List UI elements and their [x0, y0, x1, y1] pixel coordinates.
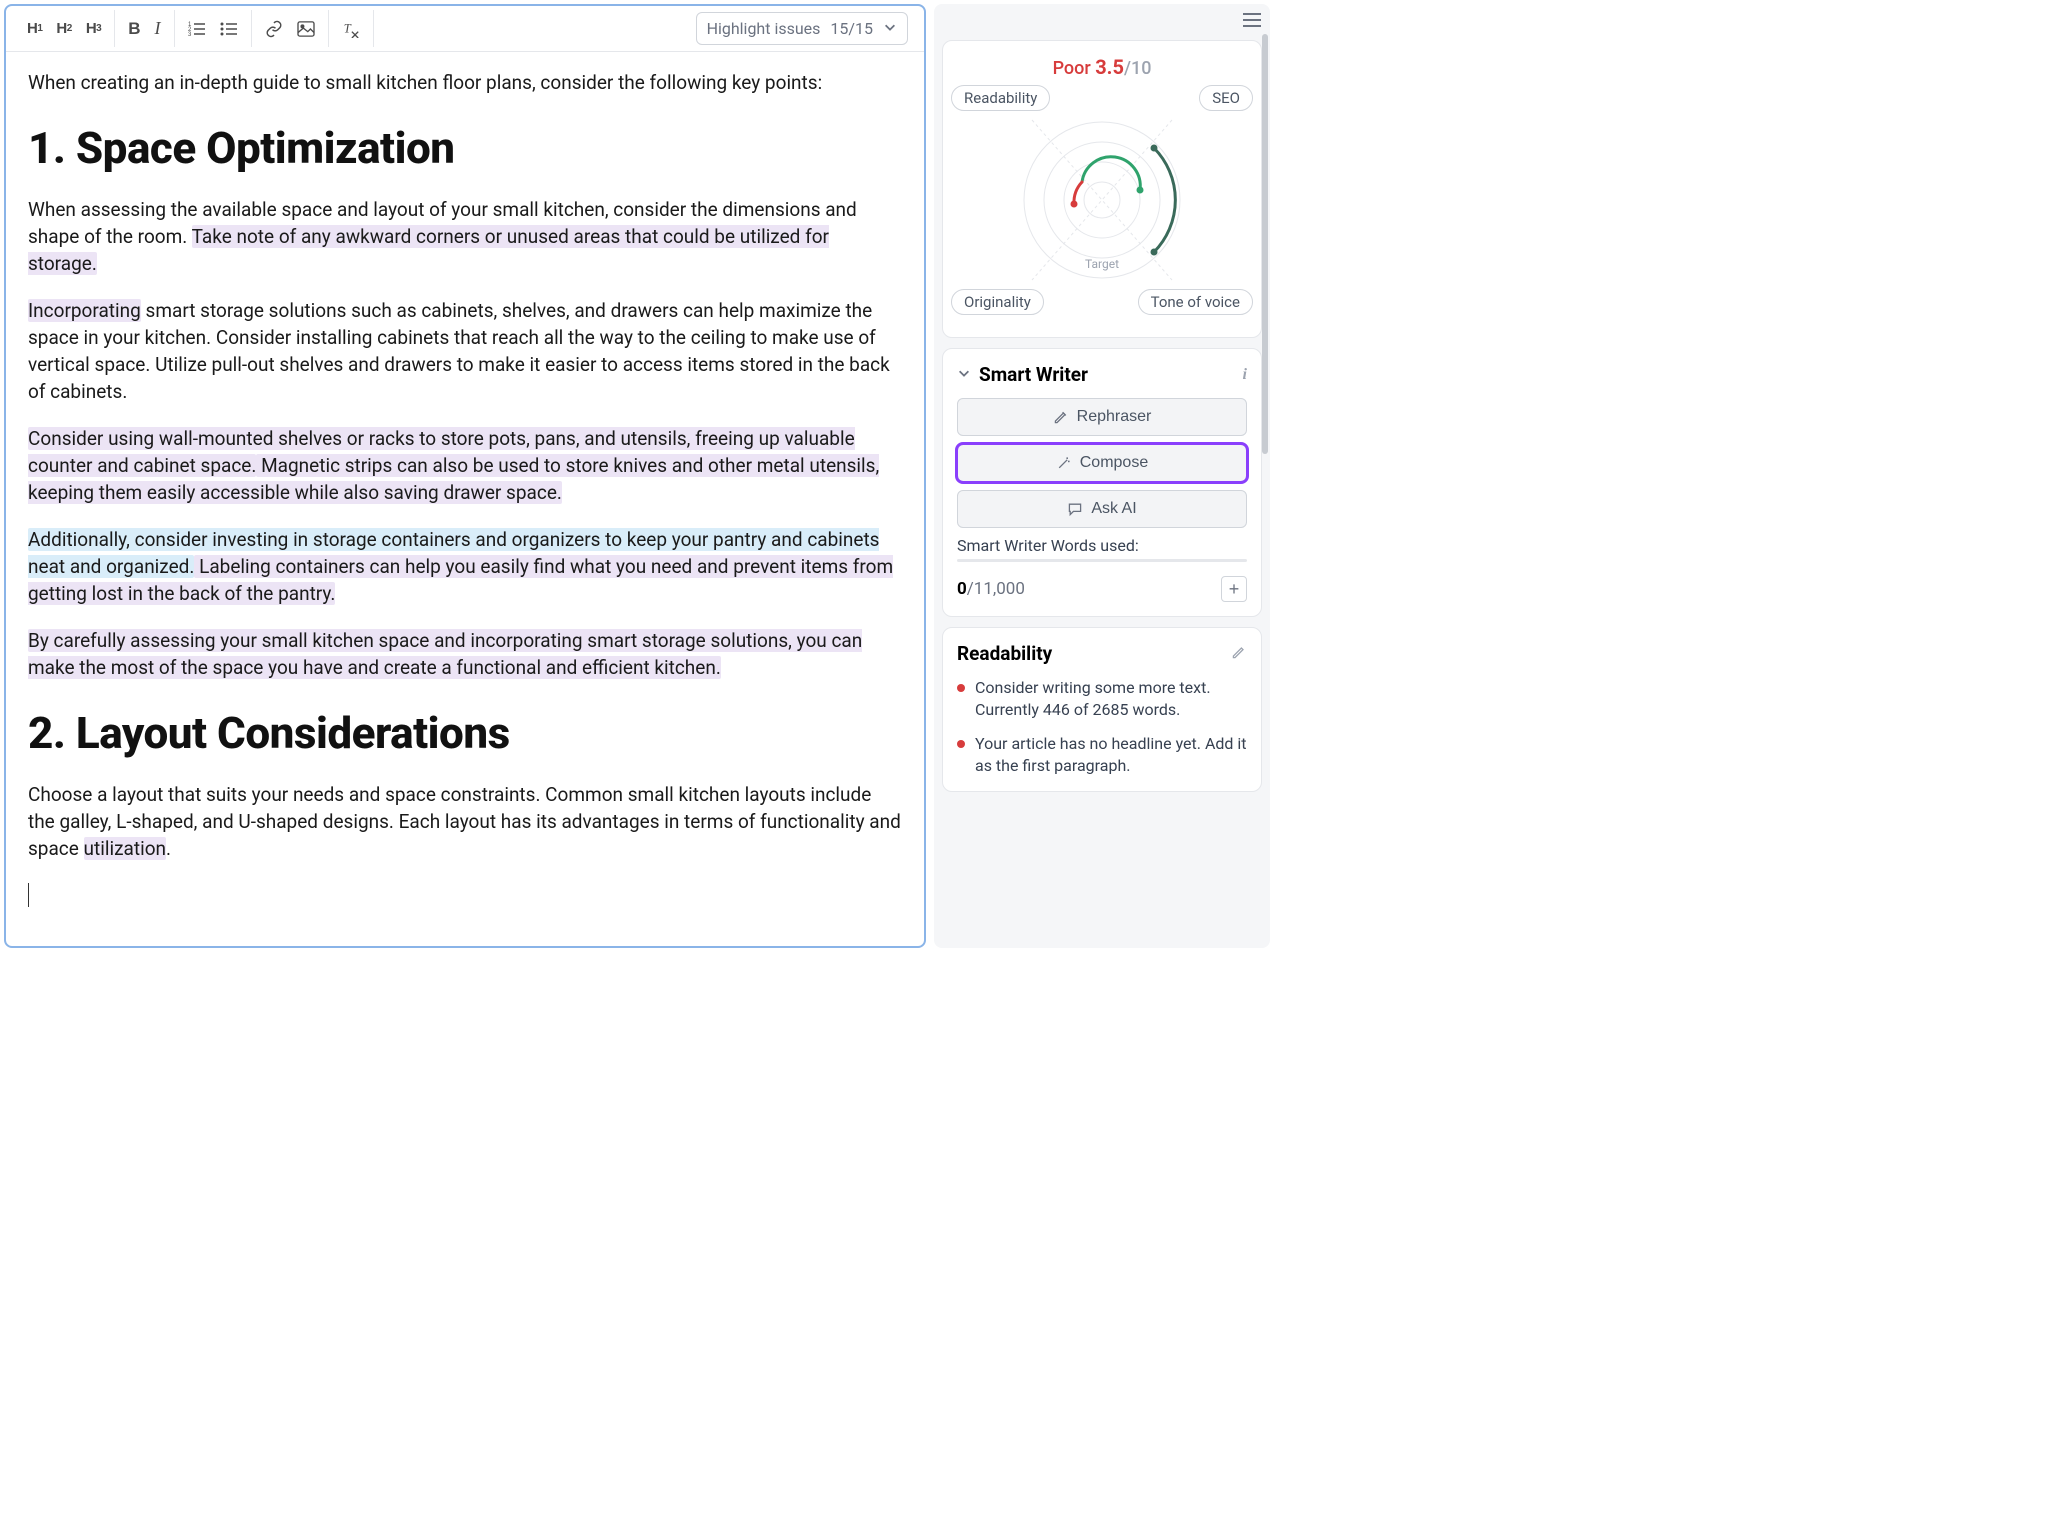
- issue-item: Consider writing some more text. Current…: [957, 677, 1247, 721]
- words-count: 0/11,000: [957, 579, 1025, 599]
- edit-icon[interactable]: [1231, 644, 1247, 664]
- editor-column: H1 H2 H3 B I 123 T: [4, 4, 926, 948]
- wand-icon: [1056, 455, 1072, 471]
- ask-ai-button[interactable]: Ask AI: [957, 490, 1247, 528]
- issue-dot-icon: [957, 684, 965, 692]
- smart-writer-panel: Smart Writer i Rephraser Compose Ask AI …: [942, 348, 1262, 617]
- highlighted-text: utilization: [84, 837, 166, 860]
- italic-button[interactable]: I: [148, 12, 168, 45]
- heading-space-optimization: 1. Space Optimization: [28, 117, 902, 179]
- rephraser-button[interactable]: Rephraser: [957, 398, 1247, 436]
- edit-icon: [1053, 409, 1069, 425]
- issue-item: Your article has no headline yet. Add it…: [957, 733, 1247, 777]
- bold-button[interactable]: B: [121, 13, 147, 45]
- text-cursor: [28, 883, 29, 907]
- readability-panel: Readability Consider writing some more t…: [942, 627, 1262, 792]
- clear-group: T: [329, 10, 374, 47]
- score-value: 3.5: [1095, 55, 1124, 79]
- add-words-button[interactable]: +: [1221, 576, 1247, 602]
- insert-group: [252, 10, 329, 47]
- chat-icon: [1067, 501, 1083, 517]
- editor-toolbar: H1 H2 H3 B I 123 T: [6, 6, 924, 52]
- highlight-label: Highlight issues: [707, 19, 821, 38]
- unordered-list-button[interactable]: [213, 15, 245, 43]
- paragraph: By carefully assessing your small kitche…: [28, 628, 902, 682]
- list-group: 123: [175, 10, 252, 47]
- highlight-issues-dropdown[interactable]: Highlight issues 15/15: [696, 12, 908, 45]
- heading-group: H1 H2 H3: [14, 10, 115, 47]
- editor-body[interactable]: When creating an in-depth guide to small…: [6, 52, 924, 946]
- h3-button[interactable]: H3: [79, 14, 108, 43]
- issue-list: Consider writing some more text. Current…: [957, 677, 1247, 777]
- score-card: Poor 3.5/10 Readability SEO Originality …: [942, 40, 1262, 338]
- highlighted-text: By carefully assessing your small kitche…: [28, 629, 862, 679]
- score-max: /10: [1124, 58, 1151, 79]
- sidebar: Poor 3.5/10 Readability SEO Originality …: [934, 4, 1270, 948]
- heading-layout-considerations: 2. Layout Considerations: [28, 702, 902, 764]
- paragraph: Choose a layout that suits your needs an…: [28, 782, 902, 863]
- metric-tone[interactable]: Tone of voice: [1138, 289, 1253, 315]
- words-progress-bar: [957, 559, 1247, 562]
- radar-chart: Readability SEO Originality Tone of voic…: [955, 85, 1249, 315]
- words-used-label: Smart Writer Words used:: [957, 536, 1247, 555]
- score-rating: Poor: [1053, 58, 1091, 79]
- paragraph: Incorporating smart storage solutions su…: [28, 298, 902, 406]
- issue-dot-icon: [957, 740, 965, 748]
- readability-title: Readability: [957, 642, 1052, 665]
- intro-paragraph: When creating an in-depth guide to small…: [28, 70, 902, 97]
- metric-readability[interactable]: Readability: [951, 85, 1050, 111]
- svg-text:3: 3: [188, 32, 192, 37]
- chevron-down-icon[interactable]: [957, 365, 971, 384]
- menu-icon[interactable]: [1242, 12, 1262, 32]
- score-line: Poor 3.5/10: [955, 55, 1249, 79]
- h1-button[interactable]: H1: [20, 14, 49, 43]
- issue-count: 15/15: [830, 19, 873, 38]
- link-button[interactable]: [258, 14, 290, 44]
- chevron-down-icon: [883, 19, 897, 38]
- image-button[interactable]: [290, 15, 322, 43]
- highlighted-text: Incorporating: [28, 299, 141, 322]
- paragraph: Additionally, consider investing in stor…: [28, 527, 902, 608]
- metric-originality[interactable]: Originality: [951, 289, 1044, 315]
- paragraph: Consider using wall-mounted shelves or r…: [28, 426, 902, 507]
- target-label: Target: [1085, 257, 1119, 271]
- h2-button[interactable]: H2: [49, 14, 78, 43]
- metric-seo[interactable]: SEO: [1199, 85, 1253, 111]
- ordered-list-button[interactable]: 123: [181, 15, 213, 43]
- clear-format-button[interactable]: T: [335, 14, 367, 44]
- svg-text:T: T: [343, 21, 351, 35]
- paragraph: When assessing the available space and l…: [28, 197, 902, 278]
- style-group: B I: [115, 10, 174, 47]
- compose-button[interactable]: Compose: [957, 444, 1247, 482]
- info-icon[interactable]: i: [1243, 366, 1247, 384]
- smart-writer-title: Smart Writer: [979, 363, 1235, 386]
